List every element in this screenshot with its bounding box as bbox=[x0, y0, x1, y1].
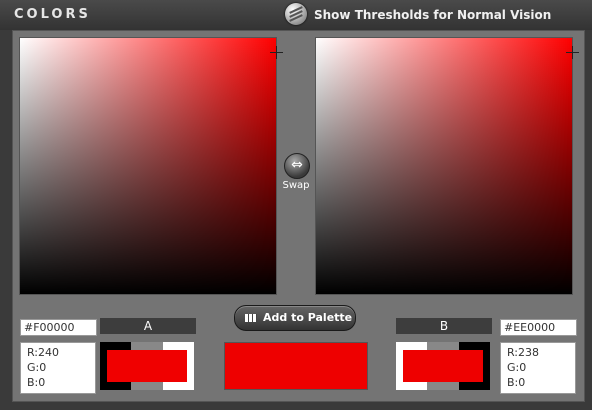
current-color-swatch bbox=[224, 342, 368, 390]
hex-field-b[interactable]: #EE0000 bbox=[500, 319, 577, 336]
swap-label[interactable]: Swap bbox=[277, 180, 315, 191]
add-to-palette-label: Add to Palette bbox=[263, 311, 353, 324]
color-b-label: B bbox=[396, 318, 492, 334]
rgb-readout-b: R:238 G:0 B:0 bbox=[500, 342, 576, 394]
color-picker-a[interactable] bbox=[20, 38, 283, 294]
thresholds-icon[interactable] bbox=[285, 3, 307, 25]
picker-crosshair-a-icon[interactable] bbox=[270, 46, 283, 59]
add-to-palette-button[interactable]: Add to Palette bbox=[234, 305, 356, 331]
color-picker-b[interactable] bbox=[316, 38, 579, 294]
color-a-label: A bbox=[100, 318, 196, 334]
hex-field-a[interactable]: #F00000 bbox=[20, 319, 97, 336]
swap-icon[interactable]: ⇔ bbox=[284, 153, 310, 179]
rgb-readout-a: R:240 G:0 B:0 bbox=[20, 342, 96, 394]
green-value-b: G:0 bbox=[507, 361, 527, 374]
blue-value-b: B:0 bbox=[507, 376, 526, 389]
swatch-a bbox=[100, 342, 194, 390]
swatch-a-color bbox=[107, 350, 187, 382]
swatch-b-color bbox=[403, 350, 483, 382]
panel-title: COLORS bbox=[14, 7, 91, 22]
swatch-b bbox=[396, 342, 490, 390]
green-value-a: G:0 bbox=[27, 361, 47, 374]
blue-value-a: B:0 bbox=[27, 376, 46, 389]
grid-icon bbox=[245, 314, 257, 322]
red-value-b: R:238 bbox=[507, 346, 540, 359]
thresholds-toggle-label[interactable]: Show Thresholds for Normal Vision bbox=[314, 8, 551, 22]
red-value-a: R:240 bbox=[27, 346, 60, 359]
picker-crosshair-b-icon[interactable] bbox=[566, 46, 579, 59]
title-bar: COLORS Show Thresholds for Normal Vision bbox=[0, 0, 592, 30]
